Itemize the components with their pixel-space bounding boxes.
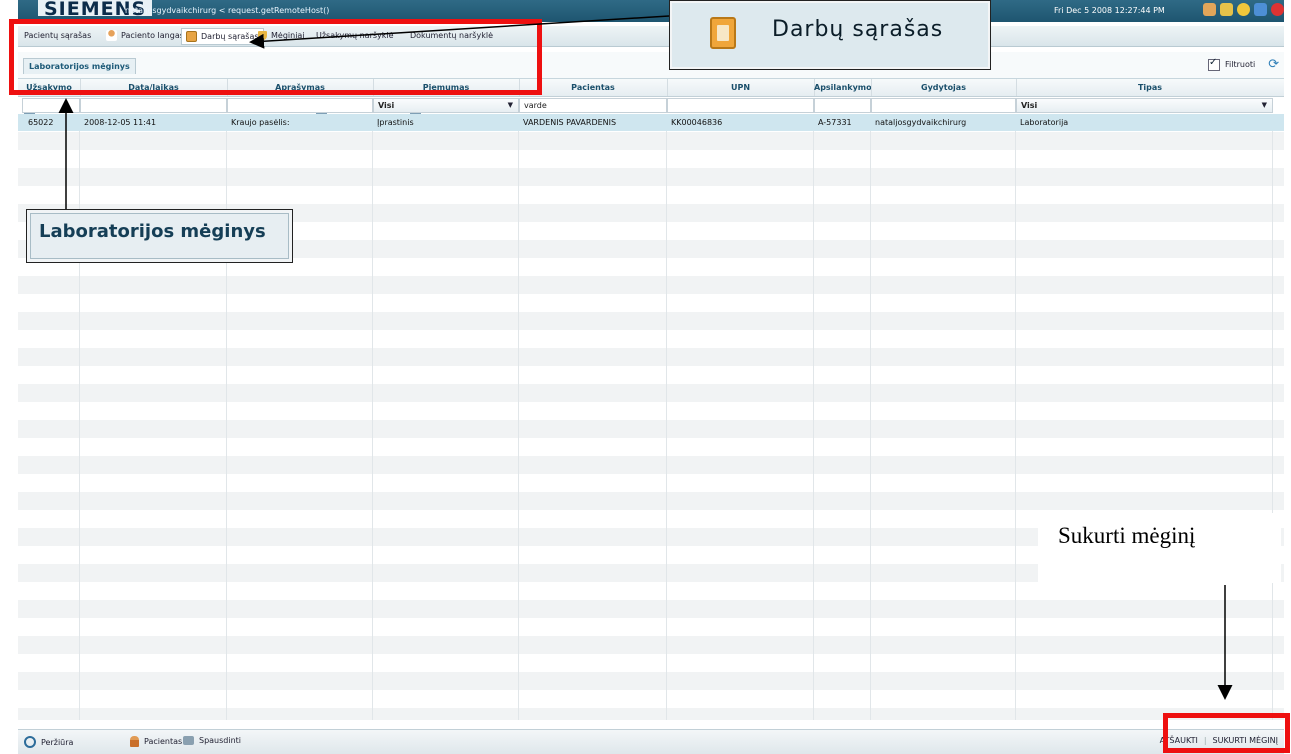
help-icon[interactable] <box>1237 3 1250 16</box>
worklist-callout-text: Darbų sąrašas <box>772 17 944 42</box>
filter-priority-select[interactable]: Visi ▼ <box>373 98 519 113</box>
worklist-callout: Darbų sąrašas <box>669 0 991 70</box>
filter-description-input[interactable] <box>227 98 373 113</box>
printer-icon <box>183 736 194 745</box>
patient-button[interactable]: Pacientas <box>130 736 182 747</box>
lab-sample-callout-text: Laboratorijos mėginys <box>39 221 266 242</box>
highlight-create-box <box>1163 713 1290 753</box>
cell-type: Laboratorija <box>1020 118 1069 127</box>
cell-order: 65022 <box>28 118 54 127</box>
cell-upn: KK00046836 <box>671 118 723 127</box>
filter-toggle[interactable]: Filtruoti ⟳ <box>1208 57 1279 72</box>
table-body <box>18 114 1284 720</box>
lab-sample-callout: Laboratorijos mėginys <box>26 209 293 263</box>
cell-description: Kraujo pasėlis: <box>231 118 290 127</box>
close-icon[interactable] <box>1271 3 1284 16</box>
filter-type-select[interactable]: Visi ▼ <box>1016 98 1273 113</box>
col-header-upn[interactable]: UPN <box>667 79 815 96</box>
create-sample-note-text: Sukurti mėginį <box>1058 523 1196 548</box>
cell-priority: Įprastinis <box>377 118 414 127</box>
cell-patient: VARDENIS PAVARDENIS <box>523 118 617 127</box>
cell-doctor: nataljosgydvaikchirurg <box>875 118 967 127</box>
header-toolbar <box>1203 3 1284 19</box>
col-header-visit[interactable]: Apsilankymo <box>814 79 872 96</box>
bottom-toolbar: Peržiūra Pacientas Spausdinti ATŠAUKTI |… <box>18 729 1284 754</box>
cell-datetime: 2008-12-05 11:41 <box>84 118 157 127</box>
highlight-tabs-box <box>9 19 542 95</box>
col-header-doctor[interactable]: Gydytojas <box>871 79 1017 96</box>
window-icon[interactable] <box>1254 3 1267 16</box>
worklist-table: Užsakymo Data/laikas Aprašymas Piemumas … <box>18 79 1284 720</box>
filter-doctor-input[interactable] <box>871 98 1016 113</box>
refresh-icon[interactable]: ⟳ <box>1268 57 1279 72</box>
create-sample-note: Sukurti mėginį <box>1038 513 1281 583</box>
person-icon <box>130 736 139 747</box>
current-datetime: Fri Dec 5 2008 12:27:44 PM <box>1054 6 1165 15</box>
print-button[interactable]: Spausdinti <box>183 736 241 745</box>
filter-label: Filtruoti <box>1225 60 1256 69</box>
filter-datetime-input[interactable] <box>80 98 227 113</box>
col-header-type[interactable]: Tipas <box>1016 79 1284 96</box>
chevron-down-icon: ▼ <box>507 101 513 109</box>
filter-order-input[interactable] <box>22 98 80 113</box>
chevron-down-icon: ▼ <box>1261 101 1267 109</box>
filter-row: Visi ▼ varde Visi ▼ <box>18 97 1284 115</box>
filter-checkbox[interactable] <box>1208 57 1220 71</box>
user-icon[interactable] <box>1203 3 1216 16</box>
filter-patient-input[interactable]: varde <box>519 98 667 113</box>
search-icon <box>24 736 36 748</box>
filter-visit-input[interactable] <box>814 98 871 113</box>
application-window: SIEMENS nataljosgydvaikchirurg < request… <box>18 0 1284 754</box>
preview-button[interactable]: Peržiūra <box>24 736 73 748</box>
user-info: nataljosgydvaikchirurg < request.getRemo… <box>125 6 330 15</box>
clipboard-icon <box>710 17 736 49</box>
table-row[interactable]: 65022 2008-12-05 11:41 Kraujo pasėlis: Į… <box>18 114 1284 131</box>
filter-upn-input[interactable] <box>667 98 814 113</box>
cell-visit: A-57331 <box>818 118 852 127</box>
key-icon[interactable] <box>1220 3 1233 16</box>
